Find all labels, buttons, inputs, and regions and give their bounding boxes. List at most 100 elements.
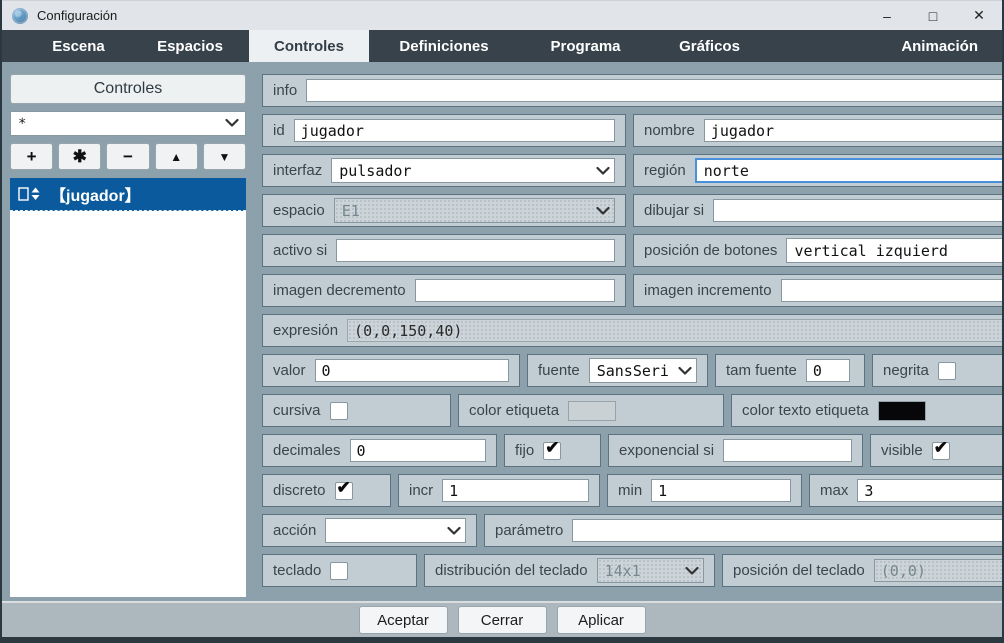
- tam-fuente-input[interactable]: [806, 359, 850, 382]
- parametro-input[interactable]: [572, 519, 1002, 542]
- cerrar-button[interactable]: Cerrar: [458, 606, 547, 634]
- aceptar-button[interactable]: Aceptar: [359, 606, 448, 634]
- discreto-checkbox[interactable]: ✔: [335, 482, 353, 500]
- tam-fuente-label: tam fuente: [726, 362, 797, 379]
- valor-label: valor: [273, 362, 306, 379]
- tab-animacion[interactable]: Animación: [891, 30, 988, 62]
- color-texto-etiqueta-label: color texto etiqueta: [742, 402, 869, 419]
- tab-escena[interactable]: Escena: [26, 30, 131, 62]
- tab-controles[interactable]: Controles: [249, 30, 369, 62]
- remove-control-button[interactable]: −: [106, 143, 149, 170]
- posicion-botones-select[interactable]: vertical izquierd: [786, 238, 1002, 263]
- color-etiqueta-group: color etiqueta: [458, 394, 724, 427]
- posicion-teclado-group: posición del teclado: [722, 554, 1002, 587]
- imagen-incremento-group: imagen incremento: [633, 274, 1002, 307]
- tab-definiciones[interactable]: Definiciones: [369, 30, 519, 62]
- info-group: info: [262, 74, 1002, 107]
- visible-group: visible ✔: [870, 434, 1002, 467]
- valor-input[interactable]: [315, 359, 509, 382]
- info-label: info: [273, 82, 297, 99]
- exponencial-si-input[interactable]: [723, 439, 852, 462]
- fijo-label: fijo: [515, 442, 534, 459]
- posicion-botones-label: posición de botones: [644, 242, 777, 259]
- teclado-checkbox[interactable]: [330, 562, 348, 580]
- app-icon: [12, 8, 28, 24]
- region-select[interactable]: norte: [695, 158, 1002, 183]
- dibujar-si-label: dibujar si: [644, 202, 704, 219]
- cursiva-group: cursiva: [262, 394, 451, 427]
- expresion-input: [347, 319, 1002, 342]
- fuente-label: fuente: [538, 362, 580, 379]
- posicion-teclado-input: [874, 559, 1002, 582]
- posicion-botones-group: posición de botones vertical izquierd: [633, 234, 1002, 267]
- id-group: id: [262, 114, 626, 147]
- chevron-down-icon: [685, 562, 699, 580]
- maximize-button[interactable]: □: [910, 1, 956, 30]
- add-control-button[interactable]: +: [10, 143, 53, 170]
- fijo-checkbox[interactable]: ✔: [543, 442, 561, 460]
- nombre-input[interactable]: [704, 119, 1002, 142]
- region-group: región norte: [633, 154, 1002, 187]
- region-label: región: [644, 162, 686, 179]
- tab-espacios[interactable]: Espacios: [131, 30, 249, 62]
- decimales-group: decimales: [262, 434, 497, 467]
- duplicate-control-button[interactable]: ✱: [58, 143, 101, 170]
- nombre-label: nombre: [644, 122, 695, 139]
- dibujar-si-input[interactable]: [713, 199, 1002, 222]
- controls-filter-select[interactable]: *: [10, 111, 246, 136]
- color-etiqueta-swatch[interactable]: [568, 401, 616, 421]
- id-input[interactable]: [294, 119, 615, 142]
- main-area: Controles * + ✱ − ▲ ▼: [2, 62, 1002, 601]
- min-input[interactable]: [651, 479, 791, 502]
- aplicar-button[interactable]: Aplicar: [557, 606, 646, 634]
- close-button[interactable]: ✕: [956, 1, 1002, 30]
- activo-si-input[interactable]: [336, 239, 615, 262]
- list-item-jugador[interactable]: 【jugador】: [10, 178, 246, 211]
- tab-graficos[interactable]: Gráficos: [652, 30, 767, 62]
- decimales-label: decimales: [273, 442, 341, 459]
- expresion-group: expresión: [262, 314, 1002, 347]
- color-texto-etiqueta-swatch[interactable]: [878, 401, 926, 421]
- negrita-checkbox[interactable]: [938, 362, 956, 380]
- fuente-group: fuente SansSeri: [527, 354, 708, 387]
- decimales-input[interactable]: [350, 439, 486, 462]
- color-texto-etiqueta-group: color texto etiqueta: [731, 394, 1002, 427]
- imagen-decremento-input[interactable]: [415, 279, 615, 302]
- interfaz-group: interfaz pulsador: [262, 154, 626, 187]
- accion-select[interactable]: [325, 518, 466, 543]
- control-properties-form: info id nombre interfaz: [262, 74, 1002, 601]
- visible-checkbox[interactable]: ✔: [932, 442, 950, 460]
- parametro-label: parámetro: [495, 522, 563, 539]
- dialog-footer: Aceptar Cerrar Aplicar: [2, 601, 1002, 637]
- tab-programa[interactable]: Programa: [519, 30, 652, 62]
- list-item-label: 【jugador】: [50, 182, 141, 206]
- incr-input[interactable]: [442, 479, 589, 502]
- interfaz-select[interactable]: pulsador: [331, 158, 615, 183]
- cursiva-label: cursiva: [273, 402, 321, 419]
- distribucion-teclado-group: distribución del teclado 14x1: [424, 554, 715, 587]
- minimize-button[interactable]: –: [864, 1, 910, 30]
- controls-panel-header: Controles: [10, 74, 246, 104]
- window-bottom-border: [2, 637, 1002, 643]
- cursiva-checkbox[interactable]: [330, 402, 348, 420]
- incr-label: incr: [409, 482, 433, 499]
- imagen-incremento-input[interactable]: [781, 279, 1002, 302]
- max-input[interactable]: [857, 479, 1002, 502]
- dibujar-si-group: dibujar si: [633, 194, 1002, 227]
- imagen-decremento-label: imagen decremento: [273, 282, 406, 299]
- move-up-button[interactable]: ▲: [155, 143, 198, 170]
- fijo-group: fijo ✔: [504, 434, 601, 467]
- info-input[interactable]: [306, 79, 1002, 102]
- controls-list: 【jugador】: [10, 178, 246, 597]
- espacio-select: E1: [334, 198, 615, 223]
- move-down-button[interactable]: ▼: [203, 143, 246, 170]
- posicion-teclado-label: posición del teclado: [733, 562, 865, 579]
- fuente-select[interactable]: SansSeri: [589, 358, 697, 383]
- tam-fuente-group: tam fuente: [715, 354, 865, 387]
- accion-label: acción: [273, 522, 316, 539]
- titlebar: Configuración – □ ✕: [2, 0, 1002, 30]
- imagen-decremento-group: imagen decremento: [262, 274, 626, 307]
- tab-bar: Escena Espacios Controles Definiciones P…: [2, 30, 1002, 62]
- valor-group: valor: [262, 354, 520, 387]
- min-label: min: [618, 482, 642, 499]
